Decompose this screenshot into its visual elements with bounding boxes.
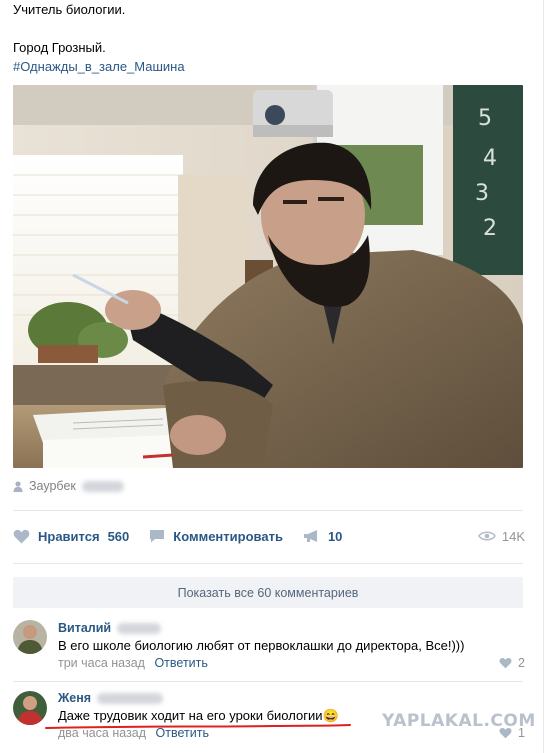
comment-label: Комментировать [173,528,283,544]
comment-text-content: Даже трудовик ходит на его уроки биологи… [58,708,323,723]
avatar-image [13,620,47,654]
comment-icon [150,530,165,543]
megaphone-icon [303,530,317,542]
comment-author[interactable]: Виталий [58,620,162,636]
blurred-surname [97,692,164,704]
like-count: 560 [107,528,130,544]
laughing-emoji-icon: 😄 [322,708,339,723]
red-underline-mark [45,724,351,729]
views-counter: 14K [477,528,525,544]
divider [13,681,523,682]
comment-like-count: 2 [518,656,525,670]
svg-text:5: 5 [478,106,492,131]
watermark: YAPLAKAL.COM [382,711,536,731]
like-button[interactable]: Нравится 560 [13,529,129,544]
comment-button[interactable]: Комментировать [149,529,283,544]
comment-author-name: Женя [58,691,92,705]
svg-text:2: 2 [483,216,497,241]
user-icon [13,480,23,492]
comment-meta: три часа назад Ответить [58,656,208,670]
svg-text:4: 4 [483,146,497,171]
avatar[interactable] [13,620,47,654]
post-text-line: Город Грозный. [13,40,106,55]
post-text: Учитель биологии. Город Грозный. #Однажд… [13,0,513,76]
teacher-photo-image: 5 4 3 2 [13,85,523,468]
post-actions: Нравится 560 Комментировать 10 14K [13,524,525,548]
comment-item: Виталий В его школе биологию любят от пе… [13,620,525,672]
post-text-line [13,19,513,38]
post-card: Учитель биологии. Город Грозный. #Однажд… [0,0,544,753]
post-author-tag[interactable]: Заурбек [13,478,124,494]
avatar-image [13,691,47,725]
svg-text:3: 3 [475,181,489,206]
heart-icon [13,529,30,543]
post-text-line: Учитель биологии. [13,2,126,17]
divider [13,563,523,564]
like-label: Нравится [38,528,100,544]
share-count: 10 [327,528,343,544]
post-photo[interactable]: 5 4 3 2 [13,85,523,468]
heart-icon [499,657,512,669]
blurred-surname [117,622,162,634]
share-button[interactable]: 10 [303,529,342,544]
comment-author-name: Виталий [58,621,112,635]
eye-icon [477,531,496,541]
post-hashtag-link[interactable]: #Однажды_в_зале_Машина [13,57,513,76]
views-count: 14K [501,528,525,544]
blurred-surname [81,480,124,492]
show-all-comments-button[interactable]: Показать все 60 комментариев [13,577,523,608]
comment-author[interactable]: Женя [58,690,164,706]
avatar[interactable] [13,691,47,725]
comment-text: В его школе биологию любят от первоклашк… [58,638,465,653]
divider [13,510,523,511]
comment-time[interactable]: три часа назад [58,656,145,670]
comment-text: Даже трудовик ходит на его уроки биологи… [58,708,339,724]
author-name: Заурбек [29,479,76,493]
comment-like-button[interactable]: 2 [499,656,525,670]
reply-button[interactable]: Ответить [154,656,207,670]
